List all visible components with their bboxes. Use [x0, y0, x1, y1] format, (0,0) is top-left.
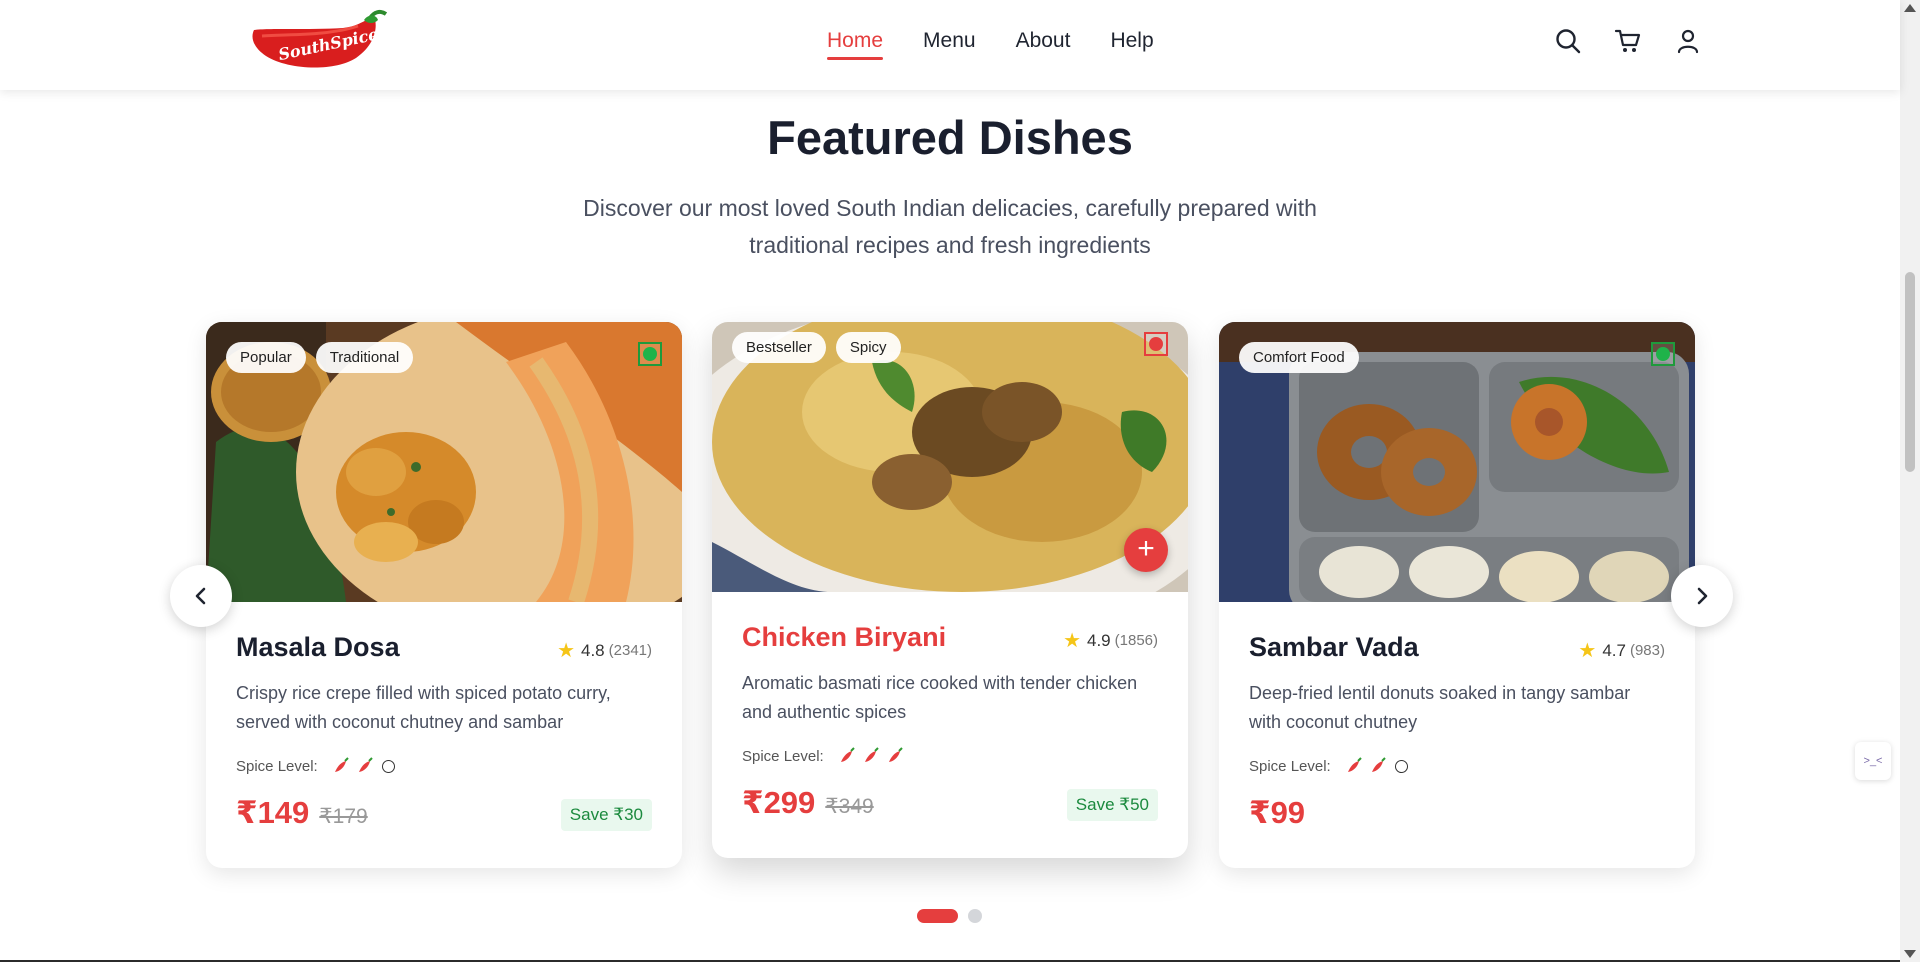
- dish-description: Crispy rice crepe filled with spiced pot…: [236, 683, 611, 732]
- dish-tag: Comfort Food: [1239, 342, 1359, 373]
- dish-price: ₹99: [1249, 795, 1306, 830]
- nav-home[interactable]: Home: [827, 0, 884, 90]
- dish-card-body: Sambar Vada ★ 4.7 (983) Deep-fried lenti…: [1249, 632, 1665, 835]
- price-row: ₹299 ₹349 Save ₹50: [742, 785, 1158, 825]
- rating-value: 4.9: [1087, 630, 1111, 650]
- carousel-dot-2[interactable]: [968, 909, 982, 923]
- rating-value: 4.7: [1602, 640, 1626, 660]
- dish-tag: Traditional: [315, 342, 414, 373]
- carousel-next-button[interactable]: [1671, 565, 1733, 627]
- user-icon[interactable]: [1674, 27, 1702, 55]
- carousel-dot-1[interactable]: [917, 909, 958, 923]
- dish-price: ₹149: [236, 795, 310, 830]
- review-count: (2341): [608, 642, 652, 659]
- empty-spice-icon: [1394, 759, 1408, 773]
- nav-help[interactable]: Help: [1110, 0, 1153, 90]
- star-icon: ★: [1063, 630, 1081, 652]
- chili-icon: [864, 747, 879, 762]
- veg-indicator-icon: [638, 342, 662, 366]
- dish-card[interactable]: Popular Traditional Masala Dosa ★ 4.8 (2…: [206, 322, 682, 868]
- chevron-right-icon: [1697, 587, 1708, 605]
- save-badge: Save ₹30: [560, 799, 652, 831]
- add-to-cart-button[interactable]: +: [1124, 528, 1168, 572]
- review-count: (983): [1629, 642, 1665, 659]
- main-nav: Home Menu About Help: [827, 0, 1194, 90]
- save-badge: Save ₹50: [1066, 789, 1158, 821]
- dish-tag: Spicy: [835, 332, 901, 363]
- chili-icon: [840, 747, 855, 762]
- dish-card-body: Masala Dosa ★ 4.8 (2341) Crispy rice cre…: [236, 632, 652, 835]
- star-icon: ★: [1578, 640, 1597, 662]
- spice-label: Spice Level:: [236, 757, 318, 775]
- star-icon: ★: [557, 640, 575, 662]
- carousel-prev-button[interactable]: [170, 565, 232, 627]
- dish-old-price: ₹179: [319, 805, 368, 828]
- chili-icon: [888, 747, 903, 762]
- brand-logo[interactable]: SouthSpice: [248, 8, 390, 70]
- cart-icon[interactable]: [1614, 27, 1642, 55]
- dish-rating: ★ 4.8 (2341): [557, 638, 652, 663]
- dish-card-body: Chicken Biryani ★ 4.9 (1856) Aromatic ba…: [742, 622, 1158, 825]
- price-row: ₹149 ₹179 Save ₹30: [236, 795, 652, 835]
- rating-value: 4.8: [581, 640, 605, 660]
- chili-icon: [1347, 757, 1362, 772]
- dish-description: Deep-fried lentil donuts soaked in tangy…: [1249, 683, 1631, 732]
- dish-tag: Bestseller: [732, 332, 826, 363]
- dish-tags: Popular Traditional: [226, 342, 423, 373]
- page-scrollbar[interactable]: [1900, 0, 1920, 962]
- chevron-left-icon: [195, 587, 206, 605]
- dish-tag: Popular: [226, 342, 306, 373]
- dish-price: ₹299: [742, 785, 816, 820]
- non-veg-indicator-icon: [1144, 332, 1168, 356]
- dish-tags: Comfort Food: [1239, 342, 1369, 373]
- section-title: Featured Dishes: [767, 111, 1133, 164]
- dish-rating: ★ 4.9 (1856): [1063, 628, 1158, 653]
- scroll-thumb[interactable]: [1905, 272, 1915, 472]
- section-subtitle: Discover our most loved South Indian del…: [583, 195, 1317, 258]
- dish-description: Aromatic basmati rice cooked with tender…: [742, 673, 1138, 722]
- price-row: ₹99: [1249, 795, 1665, 835]
- spice-level: Spice Level:: [742, 747, 1158, 765]
- review-count: (1856): [1114, 632, 1158, 649]
- site-header: SouthSpice Home Menu About Help: [0, 0, 1900, 90]
- empty-spice-icon: [381, 759, 395, 773]
- dish-card[interactable]: Bestseller Spicy + Chicken Biryani ★ 4.9…: [712, 322, 1188, 858]
- chili-icon: [1371, 757, 1386, 772]
- search-icon[interactable]: [1554, 27, 1582, 55]
- extension-widget[interactable]: >_<: [1855, 742, 1891, 780]
- dish-rating: ★ 4.7 (983): [1578, 638, 1665, 663]
- dish-old-price: ₹349: [825, 795, 874, 818]
- spice-level: Spice Level:: [1249, 757, 1665, 775]
- spice-label: Spice Level:: [742, 747, 824, 765]
- scroll-up-arrow-icon[interactable]: [1904, 4, 1916, 12]
- dish-card[interactable]: Comfort Food Sambar Vada ★ 4.7 (983) Dee…: [1219, 322, 1695, 868]
- chili-icon: [358, 757, 373, 772]
- scroll-down-arrow-icon[interactable]: [1904, 950, 1916, 958]
- veg-indicator-icon: [1651, 342, 1675, 366]
- nav-about[interactable]: About: [1016, 0, 1071, 90]
- spice-level: Spice Level:: [236, 757, 652, 775]
- carousel-pagination: [917, 909, 992, 923]
- nav-menu[interactable]: Menu: [923, 0, 976, 90]
- chili-icon: [334, 757, 349, 772]
- dish-tags: Bestseller Spicy: [732, 332, 911, 363]
- spice-label: Spice Level:: [1249, 757, 1331, 775]
